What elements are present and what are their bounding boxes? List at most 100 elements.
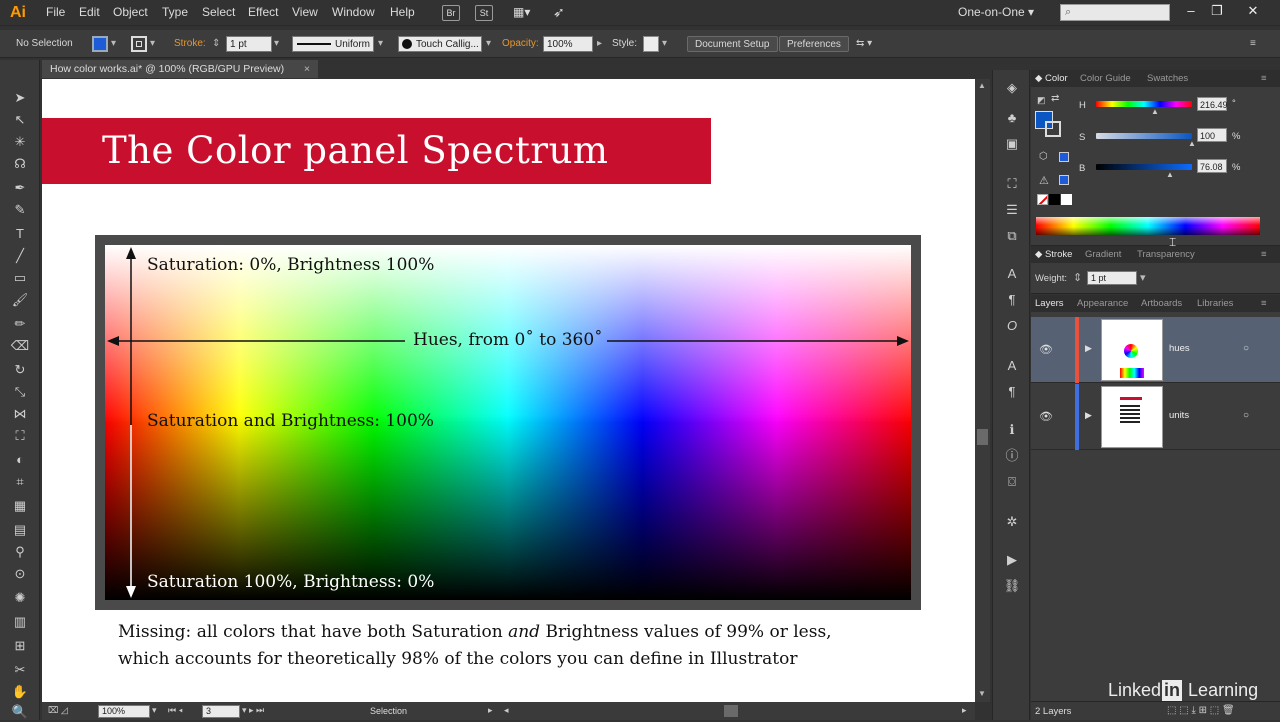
- pathfinder-panel-icon[interactable]: ⧉: [1002, 226, 1022, 246]
- weight-dropdown-icon[interactable]: ▾: [1140, 271, 1146, 284]
- control-menu-icon[interactable]: ≡: [1250, 36, 1256, 52]
- character-styles-icon[interactable]: A: [1002, 356, 1022, 376]
- target-circle-icon[interactable]: ○: [1243, 343, 1249, 354]
- color-spectrum-ramp[interactable]: [1036, 217, 1260, 235]
- expand-layer-icon[interactable]: ▶: [1085, 343, 1092, 354]
- transform-panel-icon[interactable]: ⛶: [1002, 174, 1022, 194]
- layer-name[interactable]: hues: [1169, 343, 1190, 354]
- swap-colors-icon[interactable]: ⇄: [1051, 93, 1059, 104]
- eyedropper-tool-icon[interactable]: ⚲: [10, 542, 30, 562]
- eraser-tool-icon[interactable]: ⌫: [10, 336, 30, 356]
- out-of-gamut-icon[interactable]: ⚠: [1039, 174, 1049, 187]
- layer-actions-icons[interactable]: ⬚ ⬚ ⤓ ⊞ ⬚ 🗑: [1167, 705, 1235, 716]
- stroke-stepper-icon[interactable]: ⇕: [212, 36, 220, 52]
- menu-type[interactable]: Type: [162, 5, 188, 19]
- brushes-panel-icon[interactable]: ✲: [1002, 512, 1022, 532]
- default-colors-icon[interactable]: ◩: [1037, 95, 1049, 107]
- align-options-icon[interactable]: ⇆ ▾: [856, 36, 872, 52]
- graphic-style-swatch[interactable]: [643, 36, 659, 52]
- menu-file[interactable]: File: [46, 5, 65, 19]
- tab-stroke[interactable]: ◆ Stroke: [1035, 246, 1072, 263]
- hscroll-left-icon[interactable]: ◂: [504, 705, 509, 716]
- stroke-dropdown-icon[interactable]: ▾: [150, 36, 155, 52]
- artboard-next-icon[interactable]: ▾ ▸ ⏭: [242, 705, 264, 716]
- direct-selection-tool-icon[interactable]: ↖: [10, 110, 30, 130]
- out-of-web-icon[interactable]: ⬡: [1039, 151, 1048, 162]
- slice-tool-icon[interactable]: ✂: [10, 660, 30, 680]
- zoom-field[interactable]: 100%: [98, 705, 150, 718]
- brightness-slider-handle[interactable]: ▲: [1166, 170, 1174, 179]
- artboard-navigator-icon[interactable]: ⌧ ◿: [48, 705, 68, 716]
- curvature-tool-icon[interactable]: ✎: [10, 200, 30, 220]
- horizontal-scroll-thumb[interactable]: [724, 705, 738, 717]
- menu-object[interactable]: Object: [113, 5, 148, 19]
- hue-slider-handle[interactable]: ▲: [1151, 107, 1159, 116]
- rectangle-tool-icon[interactable]: ▭: [10, 268, 30, 288]
- symbol-sprayer-tool-icon[interactable]: ✺: [10, 588, 30, 608]
- tab-appearance[interactable]: Appearance: [1077, 295, 1128, 312]
- type-tool-icon[interactable]: T: [10, 224, 30, 244]
- search-input[interactable]: ⌕: [1060, 4, 1170, 21]
- blend-tool-icon[interactable]: ⊙: [10, 564, 30, 584]
- white-swatch[interactable]: [1061, 194, 1072, 205]
- visibility-eye-icon[interactable]: 👁: [1039, 343, 1053, 356]
- hand-tool-icon[interactable]: ✋: [10, 682, 30, 702]
- perspective-grid-tool-icon[interactable]: ⌗: [10, 472, 30, 492]
- artboard-canvas[interactable]: The Color panel Spectrum Ramp Saturation…: [42, 79, 975, 702]
- brightness-slider[interactable]: [1096, 164, 1192, 170]
- weight-stepper-icon[interactable]: ⇕: [1073, 271, 1082, 284]
- hscroll-right-icon[interactable]: ▸: [962, 705, 967, 716]
- restore-icon[interactable]: ❐: [1206, 2, 1228, 20]
- zoom-tool-icon[interactable]: 🔍: [10, 702, 30, 722]
- opacity-field[interactable]: 100%: [543, 36, 593, 52]
- gpu-performance-icon[interactable]: ➶: [553, 4, 571, 22]
- line-tool-icon[interactable]: ╱: [10, 246, 30, 266]
- brush-dropdown-icon[interactable]: ▾: [486, 36, 491, 52]
- tab-transparency[interactable]: Transparency: [1137, 246, 1195, 263]
- character-panel-icon[interactable]: A: [1002, 264, 1022, 284]
- symbols-panel-icon[interactable]: ♣: [1002, 108, 1022, 128]
- scroll-up-icon[interactable]: ▲: [978, 81, 986, 90]
- lasso-tool-icon[interactable]: ☊: [10, 154, 30, 174]
- layer-name[interactable]: units: [1169, 410, 1189, 421]
- paragraph-panel-icon[interactable]: ¶: [1002, 290, 1022, 310]
- zoom-dropdown-icon[interactable]: ▾: [152, 705, 157, 716]
- graph-tool-icon[interactable]: ▥: [10, 612, 30, 632]
- tab-layers[interactable]: Layers: [1035, 295, 1064, 312]
- layer-row[interactable]: 👁 ▶ hues ○: [1031, 317, 1280, 383]
- variable-width-profile[interactable]: Uniform: [292, 36, 374, 52]
- layer-row[interactable]: 👁 ▶ units ○: [1031, 384, 1280, 450]
- artboard-number-field[interactable]: 3: [202, 705, 240, 718]
- stroke-weight-dropdown-icon[interactable]: ▾: [274, 36, 279, 52]
- paintbrush-tool-icon[interactable]: 🖌: [10, 290, 30, 310]
- selection-tool-icon[interactable]: ➤: [10, 88, 30, 108]
- layers-panel-menu-icon[interactable]: ≡: [1261, 295, 1267, 312]
- menu-view[interactable]: View: [292, 5, 318, 19]
- shape-builder-tool-icon[interactable]: ◐: [10, 450, 30, 470]
- workspace-switcher[interactable]: One-on-One ▾: [958, 5, 1034, 19]
- scale-tool-icon[interactable]: ⤡: [10, 382, 30, 402]
- color-panel-icon[interactable]: ◈: [1002, 78, 1022, 98]
- vertical-scrollbar[interactable]: ▲ ▼: [975, 79, 990, 702]
- black-swatch[interactable]: [1049, 194, 1060, 205]
- menu-select[interactable]: Select: [202, 5, 235, 19]
- saturation-value-field[interactable]: 100: [1197, 128, 1227, 142]
- stroke-weight-field[interactable]: 1 pt: [226, 36, 272, 52]
- weight-field[interactable]: 1 pt: [1087, 271, 1137, 285]
- opacity-arrow-icon[interactable]: ▸: [597, 36, 602, 52]
- document-setup-button[interactable]: Document Setup: [687, 36, 778, 52]
- expand-layer-icon[interactable]: ▶: [1085, 410, 1092, 421]
- preferences-button[interactable]: Preferences: [779, 36, 849, 52]
- vertical-scroll-thumb[interactable]: [977, 429, 988, 445]
- tab-artboards[interactable]: Artboards: [1141, 295, 1182, 312]
- fill-dropdown-icon[interactable]: ▾: [111, 36, 116, 52]
- artboard-tool-icon[interactable]: ⊞: [10, 636, 30, 656]
- image-trace-icon[interactable]: ⌼: [1002, 472, 1022, 492]
- tab-color-guide[interactable]: Color Guide: [1080, 70, 1131, 87]
- tab-gradient[interactable]: Gradient: [1085, 246, 1121, 263]
- mesh-tool-icon[interactable]: ▦: [10, 496, 30, 516]
- profile-dropdown-icon[interactable]: ▾: [378, 36, 383, 52]
- arrange-documents-icon[interactable]: ▦▾: [513, 5, 539, 21]
- free-transform-tool-icon[interactable]: ⛶: [10, 426, 30, 446]
- close-icon[interactable]: ✕: [1242, 2, 1264, 20]
